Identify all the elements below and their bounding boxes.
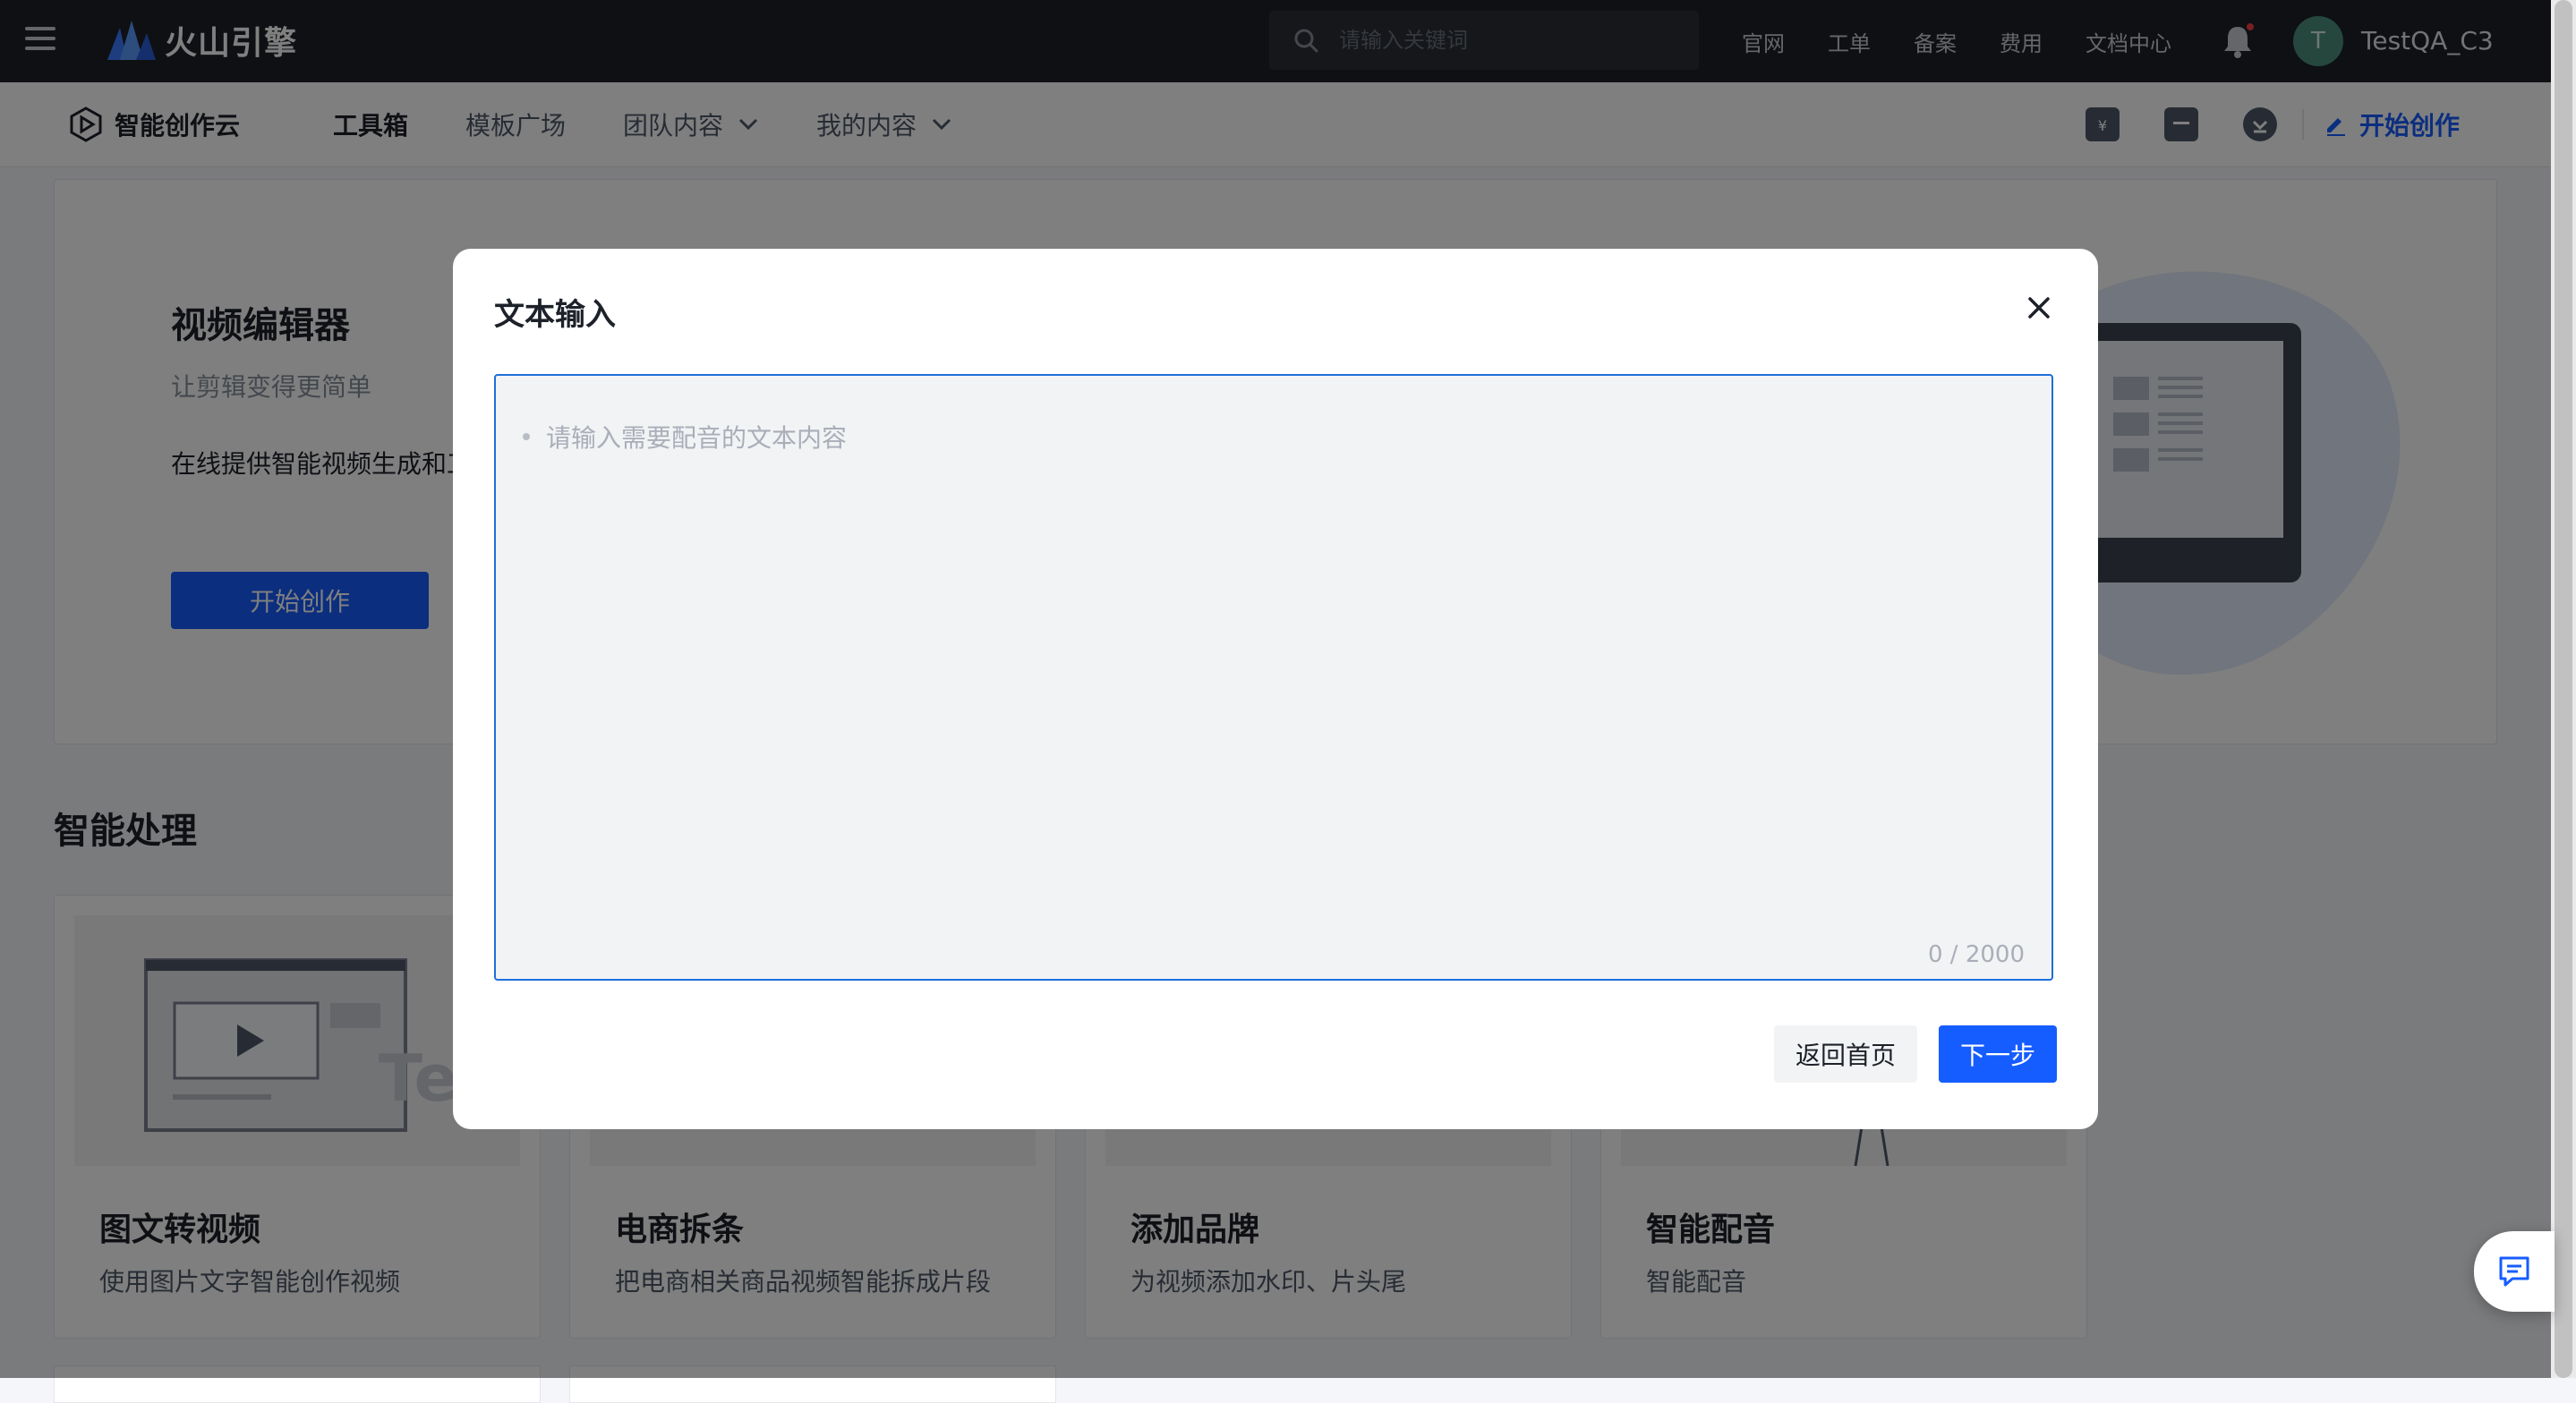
next-step-button[interactable]: 下一步 [1939,1025,2057,1083]
close-button[interactable] [2023,292,2055,324]
feedback-icon [2499,1256,2529,1287]
page-scrollbar[interactable] [2551,0,2576,1378]
dialog-title: 文本输入 [494,297,616,333]
text-input-dialog: 文本输入 0 / 2000 返回首页 下一步 [453,249,2098,1129]
feedback-button[interactable] [2474,1231,2555,1312]
scrollbar-thumb[interactable] [2555,0,2572,1378]
text-input-container: 0 / 2000 [494,374,2053,981]
close-icon [2028,297,2050,319]
character-count: 0 / 2000 [1928,941,2025,968]
voiceover-text-input[interactable] [496,376,2051,979]
back-to-home-button[interactable]: 返回首页 [1774,1025,1917,1083]
